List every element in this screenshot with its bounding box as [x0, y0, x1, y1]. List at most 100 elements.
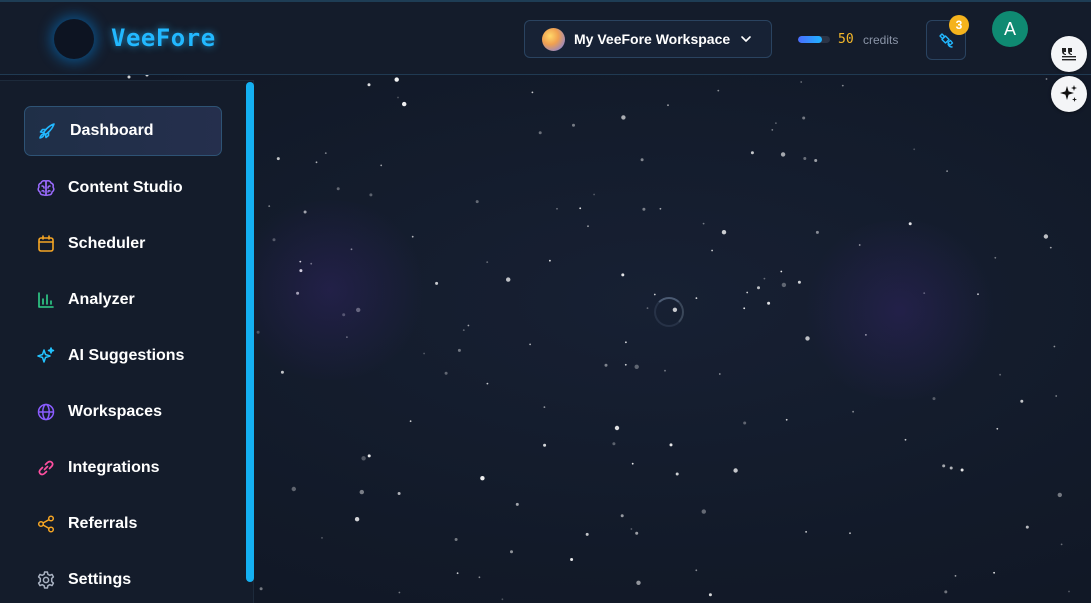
- star-dot: [480, 476, 485, 481]
- star-dot: [515, 502, 519, 506]
- workspace-switcher-button[interactable]: My VeeFore Workspace: [524, 20, 772, 58]
- star-dot: [1025, 525, 1029, 529]
- star-dot: [1057, 492, 1063, 498]
- star-dot: [717, 89, 720, 92]
- star-dot: [402, 101, 407, 107]
- star-dot: [743, 307, 746, 310]
- star-dot: [814, 159, 818, 162]
- background-glow-right: [800, 220, 1000, 400]
- sidebar-item-scheduler[interactable]: Scheduler: [24, 219, 222, 269]
- star-dot: [454, 538, 458, 541]
- star-dot: [291, 486, 296, 492]
- star-dot: [529, 343, 531, 346]
- star-dot: [280, 370, 284, 374]
- sidebar-item-workspaces[interactable]: Workspaces: [24, 387, 222, 437]
- star-dot: [942, 464, 946, 468]
- star-dot: [675, 472, 679, 476]
- star-dot: [478, 576, 481, 579]
- star-dot: [631, 462, 634, 465]
- star-dot: [624, 363, 627, 366]
- star-dot: [960, 468, 964, 472]
- star-dot: [646, 307, 649, 309]
- sidebar-item-analyzer[interactable]: Analyzer: [24, 275, 222, 325]
- star-dot: [467, 324, 470, 327]
- star-dot: [702, 222, 705, 225]
- star-dot: [954, 575, 957, 577]
- star-dot: [127, 75, 131, 79]
- star-dot: [556, 207, 558, 210]
- user-avatar[interactable]: A: [992, 11, 1028, 47]
- star-dot: [750, 151, 754, 155]
- star-dot: [593, 193, 595, 196]
- star-dot: [771, 129, 774, 131]
- star-dot: [695, 569, 698, 572]
- logo-icon[interactable]: [54, 19, 94, 59]
- star-dot: [604, 363, 608, 367]
- star-dot: [946, 170, 948, 173]
- star-dot: [1043, 234, 1049, 239]
- sidebar-item-label: Analyzer: [68, 291, 135, 308]
- sidebar-item-ai-suggestions[interactable]: AI Suggestions: [24, 331, 222, 381]
- star-dot: [321, 537, 323, 539]
- star-dot: [456, 572, 459, 575]
- star-dot: [579, 207, 582, 210]
- star-dot: [1020, 399, 1024, 403]
- star-dot: [510, 550, 513, 554]
- star-dot: [999, 373, 1001, 376]
- star-dot: [1045, 78, 1048, 80]
- sidebar-item-settings[interactable]: Settings: [24, 555, 222, 603]
- star-dot: [993, 571, 995, 574]
- star-dot: [531, 91, 534, 94]
- star-dot: [634, 364, 639, 369]
- star-dot: [757, 286, 760, 290]
- sidebar-scrollbar[interactable]: [246, 82, 254, 582]
- star-dot: [815, 230, 819, 234]
- workspace-name: My VeeFore Workspace: [574, 31, 731, 47]
- quote-floating-button[interactable]: [1051, 36, 1087, 72]
- gear-icon: [37, 571, 55, 589]
- share-icon: [37, 515, 55, 533]
- star-dot: [785, 418, 788, 421]
- rocket-icon: [39, 123, 55, 139]
- star-dot: [802, 116, 806, 120]
- star-dot: [994, 256, 997, 259]
- sidebar-item-label: Content Studio: [68, 179, 183, 196]
- notification-badge: 3: [949, 15, 969, 35]
- star-dot: [630, 528, 633, 530]
- star-dot: [538, 131, 542, 135]
- star-dot: [587, 225, 589, 228]
- star-dot: [435, 281, 439, 285]
- star-dot: [486, 261, 489, 263]
- brand-name[interactable]: VeeFore: [111, 24, 216, 52]
- ai-assistant-floating-button[interactable]: [1051, 76, 1087, 112]
- sidebar-item-integrations[interactable]: Integrations: [24, 443, 222, 493]
- star-dot: [369, 193, 373, 197]
- star-dot: [780, 152, 786, 157]
- star-dot: [411, 235, 414, 238]
- sidebar-item-referrals[interactable]: Referrals: [24, 499, 222, 549]
- star-dot: [501, 598, 504, 601]
- star-dot: [315, 161, 318, 164]
- sidebar-item-content-studio[interactable]: Content Studio: [24, 163, 222, 213]
- star-dot: [635, 531, 639, 535]
- star-dot: [367, 83, 371, 87]
- star-dot: [805, 531, 807, 533]
- app-window: VeeFore My VeeFore Workspace 50 credits: [0, 0, 1091, 603]
- star-dot: [708, 593, 712, 597]
- star-dot: [743, 421, 747, 425]
- sidebar-item-label: AI Suggestions: [68, 347, 185, 364]
- star-dot: [409, 420, 412, 423]
- star-dot: [841, 84, 844, 87]
- star-dot: [572, 123, 575, 127]
- star-dot: [775, 122, 777, 124]
- star-dot: [354, 517, 360, 522]
- star-dot: [653, 293, 656, 296]
- sidebar-item-dashboard[interactable]: Dashboard: [24, 106, 222, 156]
- star-dot: [642, 207, 646, 211]
- star-dot: [423, 352, 425, 355]
- star-dot: [763, 277, 766, 280]
- star-dot: [549, 259, 551, 262]
- chevron-down-icon: [741, 36, 751, 42]
- credits-count: 50: [838, 32, 854, 47]
- star-dot: [621, 115, 626, 120]
